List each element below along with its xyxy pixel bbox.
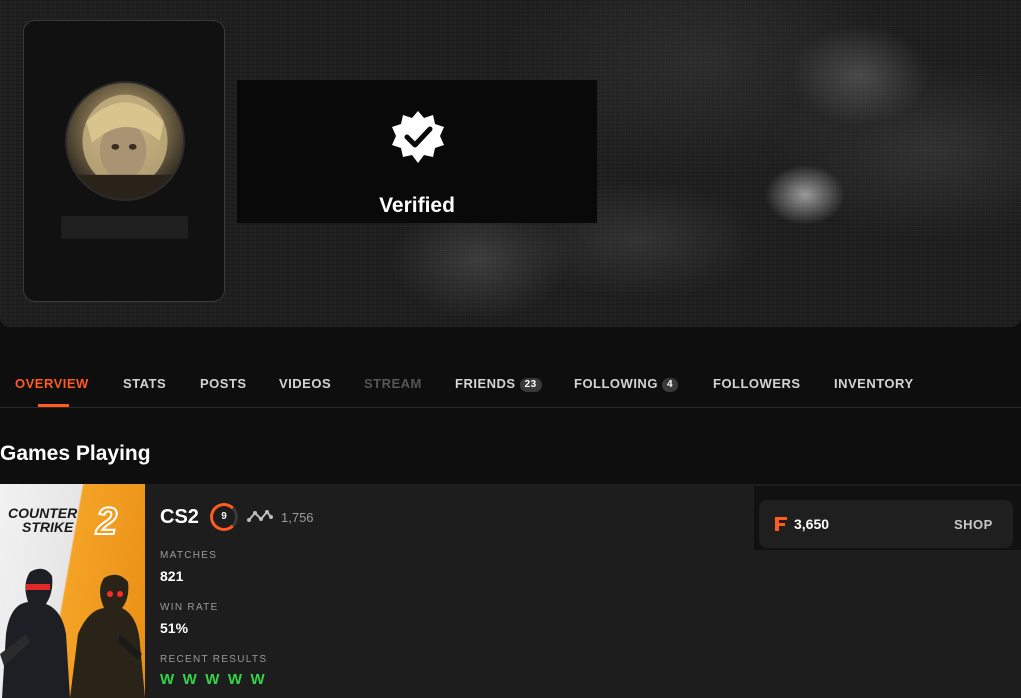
tab-posts[interactable]: POSTS: [200, 376, 247, 391]
following-count-badge: 4: [661, 378, 678, 392]
recent-results: W W W W W: [160, 671, 269, 689]
tab-overview[interactable]: OVERVIEW: [15, 376, 89, 391]
verified-badge-icon: [392, 111, 444, 163]
shop-button[interactable]: SHOP: [954, 517, 993, 532]
matches-value: 821: [160, 568, 184, 584]
tab-friends-label: FRIENDS: [455, 376, 516, 391]
verified-label: Verified: [379, 194, 455, 217]
game-card-cs2[interactable]: COUNTER STRIKE 2 CS2 9 1,756 MATCHES 821…: [0, 484, 1021, 698]
cover-number: 2: [95, 501, 117, 543]
skill-level-badge: 9: [210, 503, 238, 531]
verified-panel: Verified: [237, 80, 597, 223]
tab-following-label: FOLLOWING: [574, 376, 658, 391]
win-rate-value: 51%: [160, 620, 189, 636]
result-item: W: [227, 671, 243, 688]
tab-videos[interactable]: VIDEOS: [279, 376, 331, 391]
avatar-image: [67, 94, 183, 199]
tab-stats[interactable]: STATS: [123, 376, 166, 391]
cs2-cover-art: COUNTER STRIKE 2: [0, 500, 145, 698]
result-item: W: [250, 671, 265, 688]
faceit-points-icon: [775, 517, 787, 531]
tab-friends[interactable]: FRIENDS 23: [455, 376, 542, 392]
points-shop-panel: 3,650 SHOP: [754, 486, 1021, 550]
recent-results-label: RECENT RESULTS: [160, 654, 268, 665]
result-item: W: [160, 671, 175, 688]
cover-title-line2: STRIKE: [22, 519, 74, 535]
points-balance: 3,650: [794, 516, 830, 532]
elo-value: 1,756: [281, 510, 314, 525]
result-item: W: [205, 671, 220, 688]
profile-card: [23, 20, 225, 302]
win-rate-label: WIN RATE: [160, 602, 219, 613]
result-item: W: [182, 671, 197, 688]
avatar[interactable]: [65, 81, 185, 201]
points-shop-bar: 3,650 SHOP: [759, 500, 1013, 548]
tab-inventory[interactable]: INVENTORY: [834, 376, 914, 391]
matches-label: MATCHES: [160, 550, 218, 561]
game-name[interactable]: CS2: [160, 506, 199, 529]
game-cover[interactable]: COUNTER STRIKE 2: [0, 484, 145, 698]
tab-followers[interactable]: FOLLOWERS: [713, 376, 801, 391]
active-tab-indicator: [38, 404, 69, 407]
friends-count-badge: 23: [519, 378, 542, 392]
games-playing-title: Games Playing: [0, 442, 151, 465]
tab-following[interactable]: FOLLOWING 4: [574, 376, 678, 392]
profile-tabs: OVERVIEW STATS POSTS VIDEOS STREAM FRIEN…: [0, 360, 1021, 408]
username-placeholder: [61, 216, 188, 239]
tab-stream[interactable]: STREAM: [364, 376, 422, 391]
elo-trend-icon: [247, 510, 273, 522]
